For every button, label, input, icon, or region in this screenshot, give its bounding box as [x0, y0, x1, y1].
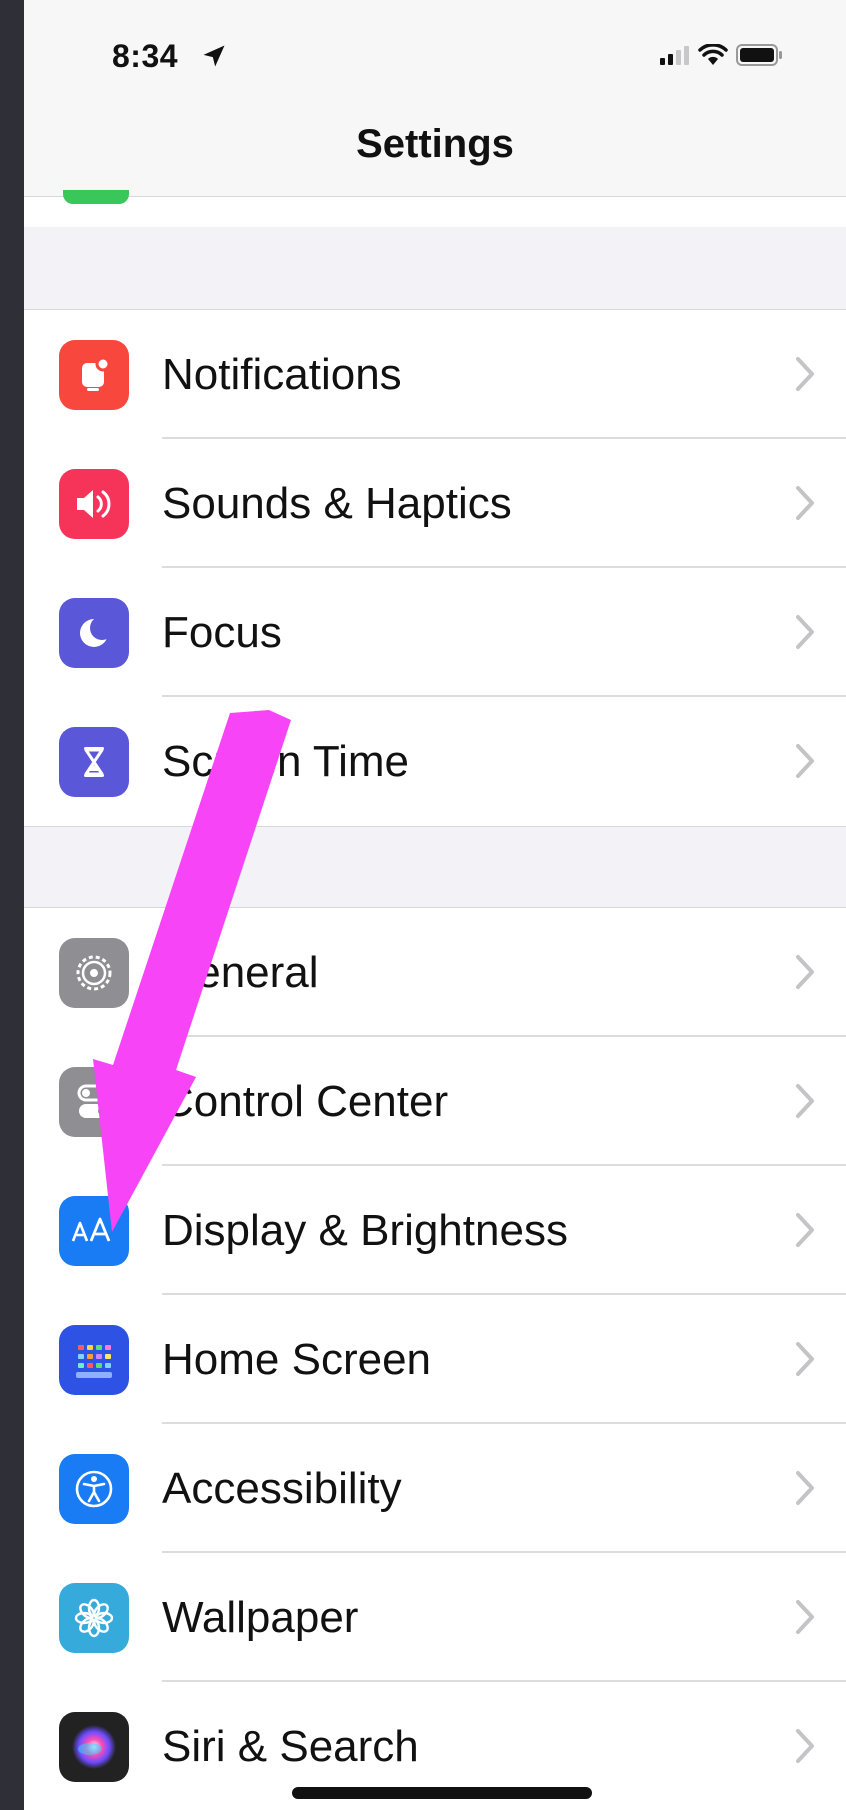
settings-row-control-center[interactable]: Control Center	[24, 1037, 846, 1166]
settings-row-sounds-haptics[interactable]: Sounds & Haptics	[24, 439, 846, 568]
settings-group-2: General Control Center Display & Brightn…	[24, 907, 846, 1810]
status-time: 8:34	[112, 38, 179, 74]
siri-icon	[59, 1712, 129, 1782]
settings-row-wallpaper[interactable]: Wallpaper	[24, 1553, 846, 1682]
chevron-right-icon	[796, 1600, 814, 1634]
location-arrow-icon	[203, 45, 225, 67]
moon-icon	[59, 598, 129, 668]
settings-row-label: Accessibility	[162, 1464, 402, 1513]
chevron-right-icon	[796, 486, 814, 520]
navigation-bar: Settings	[24, 104, 846, 197]
settings-row-label: Control Center	[162, 1077, 449, 1126]
settings-row-label: Screen Time	[162, 737, 409, 786]
hourglass-icon	[59, 727, 129, 797]
accessibility-icon	[59, 1454, 129, 1524]
chevron-right-icon	[796, 615, 814, 649]
phone-screen: 8:34 Settings Notifications Sounds & Hap…	[24, 0, 846, 1810]
chevron-right-icon	[796, 1084, 814, 1118]
status-icons	[660, 44, 784, 66]
chevron-right-icon	[796, 1471, 814, 1505]
settings-row-label: Focus	[162, 608, 282, 657]
settings-row-label: Sounds & Haptics	[162, 479, 512, 528]
settings-row-general[interactable]: General	[24, 908, 846, 1037]
scrolled-row-remnant	[24, 197, 846, 227]
cellular-signal-icon	[660, 46, 689, 65]
flower-icon	[59, 1583, 129, 1653]
settings-row-accessibility[interactable]: Accessibility	[24, 1424, 846, 1553]
settings-row-home-screen[interactable]: Home Screen	[24, 1295, 846, 1424]
chevron-right-icon	[796, 357, 814, 391]
chevron-right-icon	[796, 1342, 814, 1376]
notifications-icon	[59, 340, 129, 410]
settings-row-focus[interactable]: Focus	[24, 568, 846, 697]
chevron-right-icon	[796, 1213, 814, 1247]
settings-row-label: Home Screen	[162, 1335, 432, 1384]
toggles-icon	[59, 1067, 129, 1137]
wifi-icon	[698, 44, 728, 65]
settings-row-label: Display & Brightness	[162, 1206, 568, 1255]
settings-row-label: Siri & Search	[162, 1722, 419, 1771]
battery-icon	[736, 44, 782, 66]
home-grid-icon	[59, 1325, 129, 1395]
gear-icon	[59, 938, 129, 1008]
chevron-right-icon	[796, 744, 814, 778]
text-size-icon	[59, 1196, 129, 1266]
status-bar: 8:34	[24, 0, 846, 104]
partial-row-icon	[63, 190, 129, 204]
chevron-right-icon	[796, 1729, 814, 1763]
chevron-right-icon	[796, 955, 814, 989]
page-title: Settings	[356, 122, 514, 166]
settings-row-label: General	[162, 948, 319, 997]
settings-group-1: Notifications Sounds & Haptics Focus Scr…	[24, 309, 846, 827]
settings-row-notifications[interactable]: Notifications	[24, 310, 846, 439]
settings-row-display-brightness[interactable]: Display & Brightness	[24, 1166, 846, 1295]
home-indicator[interactable]	[292, 1787, 592, 1799]
settings-row-label: Wallpaper	[162, 1593, 359, 1642]
settings-row-label: Notifications	[162, 350, 402, 399]
settings-row-screen-time[interactable]: Screen Time	[24, 697, 846, 826]
speaker-icon	[59, 469, 129, 539]
